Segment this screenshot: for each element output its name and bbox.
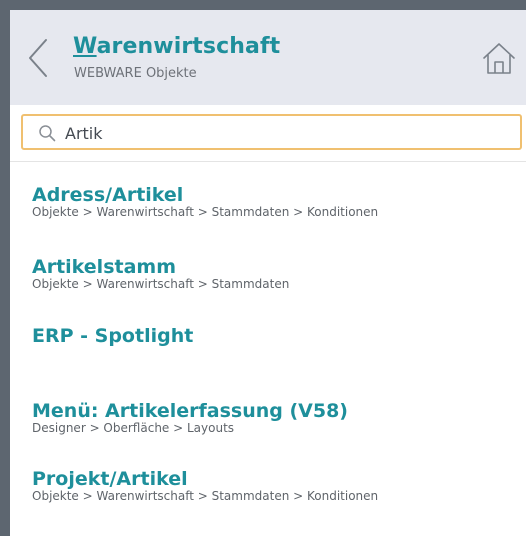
result-item[interactable]: Artikelstamm Objekte > Warenwirtschaft >… — [32, 255, 522, 291]
result-title: Projekt/Artikel — [32, 468, 188, 490]
result-item[interactable]: ERP - Spotlight — [32, 324, 522, 347]
result-title: Artikelstamm — [32, 256, 177, 278]
result-item[interactable]: Adress/Artikel Objekte > Warenwirtschaft… — [32, 183, 522, 219]
result-item[interactable]: Menü: Artikelerfassung (V58) Designer > … — [32, 399, 522, 435]
results-list: Adress/Artikel Objekte > Warenwirtschaft… — [10, 10, 526, 536]
result-title: ERP - Spotlight — [32, 325, 194, 347]
result-path: Objekte > Warenwirtschaft > Stammdaten >… — [32, 489, 379, 503]
result-title: Adress/Artikel — [32, 184, 184, 206]
result-path: Objekte > Warenwirtschaft > Stammdaten >… — [32, 205, 379, 219]
result-item[interactable]: Projekt/Artikel Objekte > Warenwirtschaf… — [32, 467, 522, 503]
result-path: Objekte > Warenwirtschaft > Stammdaten — [32, 277, 290, 291]
app-window: Warenwirtschaft WEBWARE Objekte Adress/A… — [10, 10, 526, 536]
result-title: Menü: Artikelerfassung (V58) — [32, 400, 348, 422]
result-path: Designer > Oberfläche > Layouts — [32, 421, 235, 435]
